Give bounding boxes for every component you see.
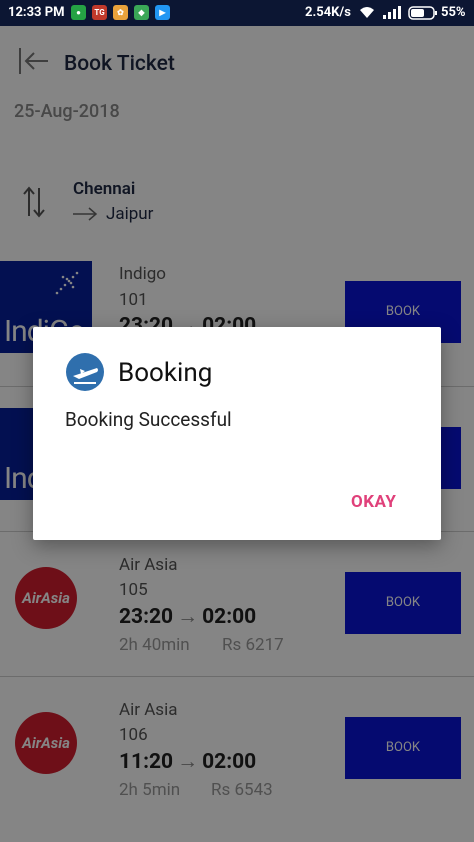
play-store-icon: ▶ bbox=[155, 5, 170, 20]
signal-icon bbox=[383, 6, 401, 19]
whatsapp-icon: ● bbox=[71, 5, 86, 20]
network-speed: 2.54K/s bbox=[305, 5, 351, 20]
wifi-icon bbox=[360, 7, 374, 18]
status-bar: 12:33 PM ● TG ✿ ◆ ▶ 2.54K/s 55% bbox=[0, 0, 474, 26]
booking-dialog: Booking Booking Successful OKAY bbox=[33, 327, 441, 540]
dialog-title: Booking bbox=[118, 358, 213, 388]
okay-button[interactable]: OKAY bbox=[351, 492, 396, 512]
airplane-icon bbox=[66, 353, 104, 391]
photos-icon: ✿ bbox=[113, 5, 128, 20]
status-time: 12:33 PM bbox=[8, 5, 65, 20]
battery-percent: 55% bbox=[441, 5, 466, 20]
tg-icon: TG bbox=[92, 5, 107, 20]
dialog-message: Booking Successful bbox=[65, 408, 232, 431]
battery-icon bbox=[408, 6, 437, 20]
maps-icon: ◆ bbox=[134, 5, 149, 20]
